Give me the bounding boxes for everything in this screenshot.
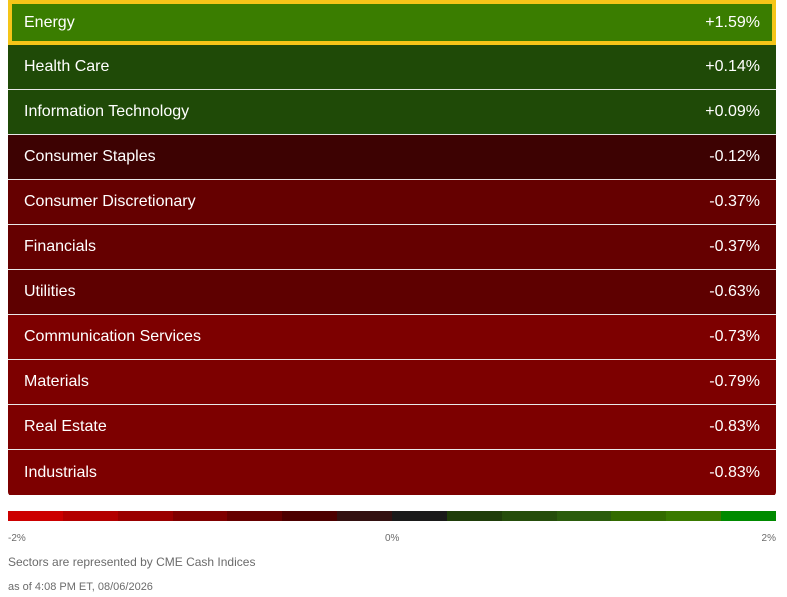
- scale-segment: [501, 511, 557, 521]
- sector-row[interactable]: Information Technology +0.09%: [8, 90, 776, 135]
- sector-change: -0.37%: [709, 193, 760, 210]
- sector-name: Materials: [24, 373, 89, 390]
- scale-segment: [172, 511, 228, 521]
- sector-row[interactable]: Utilities -0.63%: [8, 270, 776, 315]
- scale-segment: [611, 511, 667, 521]
- scale-segment: [227, 511, 283, 521]
- scale-segment: [666, 511, 722, 521]
- scale-segment: [117, 511, 173, 521]
- sector-row[interactable]: Materials -0.79%: [8, 360, 776, 405]
- sector-name: Health Care: [24, 58, 110, 75]
- sector-name: Industrials: [24, 463, 97, 481]
- sector-change: -0.12%: [709, 148, 760, 165]
- scale-mid-label: 0%: [385, 533, 400, 544]
- sector-name: Information Technology: [24, 103, 190, 120]
- sector-row[interactable]: Financials -0.37%: [8, 225, 776, 270]
- sector-row[interactable]: Health Care +0.14%: [8, 45, 776, 90]
- sector-row[interactable]: Energy +1.59%: [8, 0, 776, 45]
- sector-change: +0.09%: [705, 103, 760, 120]
- scale-min-label: -2%: [8, 533, 26, 544]
- scale-segment: [556, 511, 612, 521]
- scale-segment: [446, 511, 502, 521]
- scale-segment: [721, 511, 777, 521]
- sector-change: -0.83%: [709, 463, 760, 481]
- scale-segment: [282, 511, 338, 521]
- sector-name: Energy: [24, 13, 75, 31]
- timestamp: as of 4:08 PM ET, 08/06/2026: [8, 581, 153, 593]
- sector-list: Energy +1.59% Health Care +0.14% Information…: [8, 0, 776, 496]
- sector-change: -0.37%: [709, 238, 760, 255]
- sector-change: -0.83%: [709, 418, 760, 435]
- sector-name: Financials: [24, 238, 97, 255]
- sector-row[interactable]: Industrials -0.83%: [8, 450, 776, 495]
- sector-row[interactable]: Consumer Discretionary -0.37%: [8, 180, 776, 225]
- sector-name: Utilities: [24, 283, 76, 300]
- sector-change: +1.59%: [705, 13, 760, 31]
- sector-name: Consumer Staples: [24, 148, 156, 165]
- sector-name: Real Estate: [24, 418, 107, 435]
- sector-change: -0.63%: [709, 283, 760, 300]
- sector-name: Communication Services: [24, 328, 201, 345]
- scale-max-label: 2%: [761, 533, 776, 544]
- scale-segment: [392, 511, 447, 521]
- sector-change: -0.73%: [709, 328, 760, 345]
- scale-segment: [8, 511, 63, 521]
- sector-row[interactable]: Consumer Staples -0.12%: [8, 135, 776, 180]
- sector-change: -0.79%: [709, 373, 760, 390]
- sector-row[interactable]: Real Estate -0.83%: [8, 405, 776, 450]
- sector-name: Consumer Discretionary: [24, 193, 196, 210]
- color-scale-bar: [8, 511, 777, 521]
- source-footnote: Sectors are represented by CME Cash Indi…: [8, 555, 256, 569]
- scale-segment: [62, 511, 118, 521]
- scale-segment: [337, 511, 393, 521]
- sector-change: +0.14%: [705, 58, 760, 75]
- sector-row[interactable]: Communication Services -0.73%: [8, 315, 776, 360]
